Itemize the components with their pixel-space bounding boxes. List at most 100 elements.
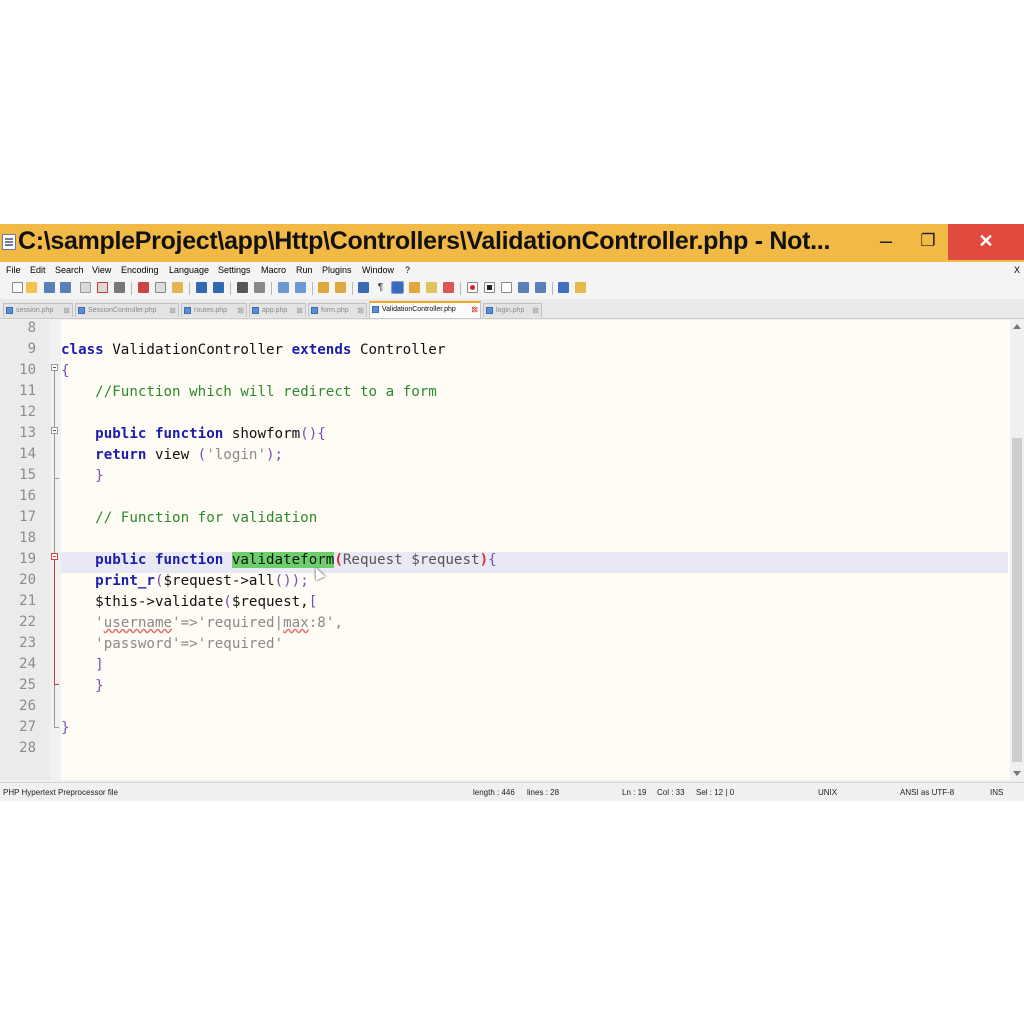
line-number: 16 — [19, 488, 36, 504]
status-selection: Sel : 12 | 0 — [696, 788, 735, 797]
tab-form-php[interactable]: form.php ⊠ — [308, 303, 367, 317]
tab-close-icon[interactable]: ⊠ — [532, 304, 539, 317]
fold-margin[interactable] — [50, 320, 61, 780]
cut-icon[interactable] — [138, 282, 149, 293]
fold-toggle-icon[interactable] — [51, 553, 58, 560]
code-line-11: //Function which will redirect to a form — [61, 384, 437, 400]
tab-bar: session.php ⊠ SessionController.php ⊠ ro… — [0, 299, 1024, 319]
save-all-icon[interactable] — [60, 282, 71, 293]
menu-file[interactable]: File — [6, 265, 21, 275]
menu-help[interactable]: ? — [405, 265, 410, 275]
undo-icon[interactable] — [196, 282, 207, 293]
status-encoding[interactable]: ANSI as UTF-8 — [900, 788, 954, 797]
menu-settings[interactable]: Settings — [218, 265, 251, 275]
line-number: 14 — [19, 446, 36, 462]
title-bar[interactable]: C:\sampleProject\app\Http\Controllers\Va… — [0, 224, 1024, 262]
indent-guide-icon[interactable] — [391, 281, 404, 294]
folder-workspace-icon[interactable] — [443, 282, 454, 293]
word-wrap-icon[interactable] — [358, 282, 369, 293]
tab-routes-php[interactable]: routes.php ⊠ — [181, 303, 247, 317]
function-list-icon[interactable] — [426, 282, 437, 293]
code-token: Request $request — [342, 552, 480, 568]
code-token: :8', — [308, 615, 343, 631]
scrollbar-thumb[interactable] — [1012, 438, 1022, 762]
vertical-scrollbar[interactable] — [1010, 320, 1024, 780]
fold-toggle-icon[interactable] — [51, 364, 58, 371]
code-token: ( — [197, 447, 207, 463]
scroll-up-icon[interactable] — [1013, 324, 1021, 329]
tab-close-icon[interactable]: ⊠ — [357, 304, 364, 317]
menu-search[interactable]: Search — [55, 265, 84, 275]
status-column: Col : 33 — [657, 788, 685, 797]
stop-macro-icon[interactable] — [484, 282, 495, 293]
code-line-9: class ValidationController extends Contr… — [61, 342, 445, 358]
redo-icon[interactable] — [213, 282, 224, 293]
tab-sessioncontroller-php[interactable]: SessionController.php ⊠ — [75, 303, 179, 317]
code-token: () — [274, 573, 292, 589]
menu-window[interactable]: Window — [362, 265, 394, 275]
copy-icon[interactable] — [155, 282, 166, 293]
save-macro-icon[interactable] — [535, 282, 546, 293]
menu-macro[interactable]: Macro — [261, 265, 286, 275]
tab-close-icon[interactable]: ⊠ — [237, 304, 244, 317]
toolbar: ¶ — [0, 279, 1024, 299]
menu-view[interactable]: View — [92, 265, 111, 275]
restore-button[interactable]: ❐ — [918, 226, 938, 256]
window-title: C:\sampleProject\app\Http\Controllers\Va… — [18, 227, 831, 255]
tab-close-icon[interactable]: ⊠ — [296, 304, 303, 317]
new-file-icon[interactable] — [12, 282, 23, 293]
code-line-24: ] — [61, 657, 104, 673]
close-all-icon[interactable] — [97, 282, 108, 293]
code-token: view — [146, 447, 198, 463]
replace-icon[interactable] — [254, 282, 265, 293]
play-macro-icon[interactable] — [501, 282, 512, 293]
sync-vertical-icon[interactable] — [318, 282, 329, 293]
menu-edit[interactable]: Edit — [30, 265, 46, 275]
tab-close-icon[interactable]: ⊠ — [169, 304, 176, 317]
line-number: 9 — [27, 341, 36, 357]
scroll-down-icon[interactable] — [1013, 771, 1021, 776]
code-line-25: } — [61, 678, 104, 694]
close-button[interactable]: ✕ — [948, 224, 1024, 260]
code-line-19: public function validateform(Request $re… — [61, 552, 497, 568]
line-number: 20 — [19, 572, 36, 588]
menu-language[interactable]: Language — [169, 265, 209, 275]
status-insert-mode[interactable]: INS — [990, 788, 1003, 797]
tab-close-icon[interactable]: ⊠ — [63, 304, 70, 317]
code-editor[interactable]: 8 9 10 11 12 13 14 15 16 17 18 19 20 21 … — [0, 320, 1010, 780]
menu-run[interactable]: Run — [296, 265, 313, 275]
menu-plugins[interactable]: Plugins — [322, 265, 352, 275]
zoom-out-icon[interactable] — [295, 282, 306, 293]
code-token: return — [61, 447, 147, 463]
zoom-in-icon[interactable] — [278, 282, 289, 293]
code-token: ( — [223, 594, 232, 610]
code-token: Controller — [351, 342, 446, 358]
close-document-icon[interactable]: X — [1014, 265, 1020, 275]
sync-horizontal-icon[interactable] — [335, 282, 346, 293]
status-length: length : 446 — [473, 788, 515, 797]
notepadpp-app-icon[interactable] — [2, 234, 16, 250]
tab-login-php[interactable]: login.php ⊠ — [483, 303, 542, 317]
tab-app-php[interactable]: app.php ⊠ — [249, 303, 306, 317]
minimize-button[interactable]: – — [876, 226, 896, 256]
run-macro-multiple-icon[interactable] — [518, 282, 529, 293]
print-icon[interactable] — [114, 282, 125, 293]
open-file-icon[interactable] — [26, 282, 37, 293]
record-macro-icon[interactable] — [467, 282, 478, 293]
status-eol[interactable]: UNIX — [818, 788, 837, 797]
tab-label: routes.php — [194, 307, 228, 314]
plugin-icon[interactable] — [575, 282, 586, 293]
document-map-icon[interactable] — [409, 282, 420, 293]
show-all-characters-icon[interactable]: ¶ — [375, 282, 386, 293]
find-icon[interactable] — [237, 282, 248, 293]
code-line-14: return view ('login'); — [61, 447, 283, 463]
tab-validationcontroller-php[interactable]: ValidationController.php ⊠ — [369, 301, 481, 318]
spell-check-icon[interactable] — [558, 282, 569, 293]
menu-encoding[interactable]: Encoding — [121, 265, 159, 275]
tab-close-icon[interactable]: ⊠ — [471, 303, 478, 317]
tab-session-php[interactable]: session.php ⊠ — [3, 303, 73, 317]
paste-icon[interactable] — [172, 282, 183, 293]
save-icon[interactable] — [44, 282, 55, 293]
close-file-icon[interactable] — [80, 282, 91, 293]
fold-toggle-icon[interactable] — [51, 427, 58, 434]
